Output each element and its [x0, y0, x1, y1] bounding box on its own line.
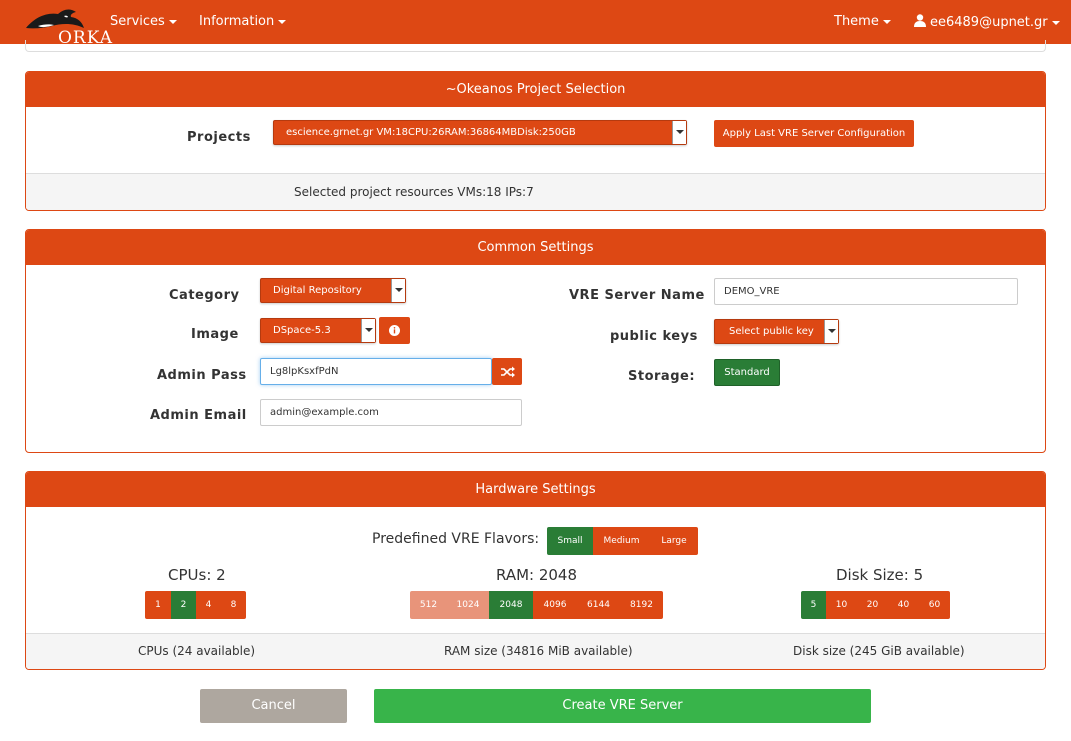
disk-option-20[interactable]: 20: [857, 591, 888, 619]
cancel-button[interactable]: Cancel: [200, 689, 347, 723]
ram-option-1024: 1024: [447, 591, 489, 619]
disk-option-40[interactable]: 40: [888, 591, 919, 619]
public-keys-select-value: Select public key: [729, 326, 814, 337]
category-select[interactable]: Digital Repository: [260, 278, 406, 303]
cpus-title: CPUs: 2: [168, 566, 226, 584]
nav-services-label: Services: [110, 14, 165, 29]
shuffle-icon: [501, 366, 515, 378]
storage-label: Storage:: [628, 369, 696, 384]
panel-title: ~Okeanos Project Selection: [26, 72, 1045, 107]
ram-option-8192[interactable]: 8192: [620, 591, 663, 619]
cpu-option-1[interactable]: 1: [145, 591, 171, 619]
storage-standard-button[interactable]: Standard: [714, 359, 780, 386]
nav-information-label: Information: [199, 14, 275, 29]
previous-panel-edge: [25, 40, 1046, 52]
disk-option-60[interactable]: 60: [919, 591, 950, 619]
disk-option-5[interactable]: 5: [801, 591, 826, 619]
nav-theme[interactable]: Theme: [834, 14, 891, 29]
admin-email-value: admin@example.com: [270, 407, 379, 418]
vre-server-name-value: DEMO_VRE: [724, 286, 780, 297]
public-keys-label: public keys: [610, 329, 698, 344]
flavor-small-button[interactable]: Small: [547, 527, 593, 555]
admin-email-input[interactable]: admin@example.com: [260, 399, 522, 426]
disk-available-text: Disk size (245 GiB available): [793, 644, 965, 658]
category-select-value: Digital Repository: [273, 285, 362, 296]
common-settings-panel: Common Settings Category Digital Reposit…: [25, 229, 1046, 453]
disk-size-title: Disk Size: 5: [836, 566, 924, 584]
cpu-option-2[interactable]: 2: [171, 591, 196, 619]
generate-password-button[interactable]: [492, 358, 522, 385]
ram-title: RAM: 2048: [496, 566, 578, 584]
ram-available-text: RAM size (34816 MiB available): [444, 644, 633, 658]
flavor-medium-button[interactable]: Medium: [593, 527, 650, 555]
predefined-flavors-label: Predefined VRE Flavors:: [372, 531, 540, 547]
admin-email-label: Admin Email: [150, 408, 247, 423]
project-resources-text: Selected project resources VMs:18 IPs:7: [294, 185, 534, 199]
orka-logo[interactable]: ORKA: [24, 6, 112, 48]
chevron-down-icon: [361, 319, 375, 342]
caret-down-icon: [278, 19, 287, 24]
category-label: Category: [169, 288, 240, 303]
vre-server-name-label: VRE Server Name: [569, 288, 705, 303]
chevron-down-icon: [824, 320, 838, 343]
cpu-option-8[interactable]: 8: [221, 591, 246, 619]
chevron-down-icon: [672, 121, 686, 144]
chevron-down-icon: [391, 279, 405, 302]
cpu-option-4[interactable]: 4: [196, 591, 221, 619]
disk-option-10[interactable]: 10: [826, 591, 857, 619]
nav-user[interactable]: ee6489@upnet.gr: [914, 14, 1060, 30]
projects-select-value: escience.grnet.gr VM:18CPU:26RAM:36864MB…: [286, 127, 576, 138]
panel-title: Hardware Settings: [26, 472, 1045, 507]
vre-server-name-input[interactable]: DEMO_VRE: [714, 278, 1018, 305]
projects-select[interactable]: escience.grnet.gr VM:18CPU:26RAM:36864MB…: [273, 120, 687, 145]
caret-down-icon: [1051, 20, 1060, 25]
admin-pass-label: Admin Pass: [157, 368, 247, 383]
admin-pass-input[interactable]: Lg8lpKsxfPdN: [260, 358, 492, 385]
image-info-button[interactable]: [379, 317, 410, 344]
create-vre-server-button[interactable]: Create VRE Server: [374, 689, 871, 723]
ram-option-6144[interactable]: 6144: [577, 591, 620, 619]
project-selection-panel: ~Okeanos Project Selection Projects esci…: [25, 71, 1046, 211]
ram-option-512: 512: [410, 591, 447, 619]
caret-down-icon: [168, 19, 177, 24]
ram-option-4096[interactable]: 4096: [533, 591, 577, 619]
cpus-available-text: CPUs (24 available): [138, 644, 256, 658]
panel-title: Common Settings: [26, 230, 1045, 265]
image-select[interactable]: DSpace-5.3: [260, 318, 376, 343]
ram-option-2048[interactable]: 2048: [489, 591, 533, 619]
project-resources-footer: Selected project resources VMs:18 IPs:7: [26, 173, 1045, 210]
projects-label: Projects: [187, 130, 251, 145]
hardware-availability-footer: CPUs (24 available) RAM size (34816 MiB …: [26, 633, 1045, 669]
info-icon: [389, 325, 400, 336]
flavor-large-button[interactable]: Large: [650, 527, 698, 555]
user-icon: [914, 14, 926, 27]
nav-user-label: ee6489@upnet.gr: [930, 15, 1048, 30]
image-label: Image: [191, 327, 239, 342]
hardware-settings-panel: Hardware Settings Predefined VRE Flavors…: [25, 471, 1046, 670]
nav-services[interactable]: Services: [110, 14, 177, 29]
caret-down-icon: [882, 19, 891, 24]
admin-pass-value: Lg8lpKsxfPdN: [270, 366, 339, 377]
apply-last-config-button[interactable]: Apply Last VRE Server Configuration: [714, 120, 914, 147]
top-navbar: ORKA Services Information Theme ee6489@u…: [0, 0, 1071, 48]
image-select-value: DSpace-5.3: [273, 325, 331, 336]
public-keys-select[interactable]: Select public key: [714, 319, 839, 344]
nav-information[interactable]: Information: [199, 14, 287, 29]
nav-theme-label: Theme: [834, 14, 879, 29]
